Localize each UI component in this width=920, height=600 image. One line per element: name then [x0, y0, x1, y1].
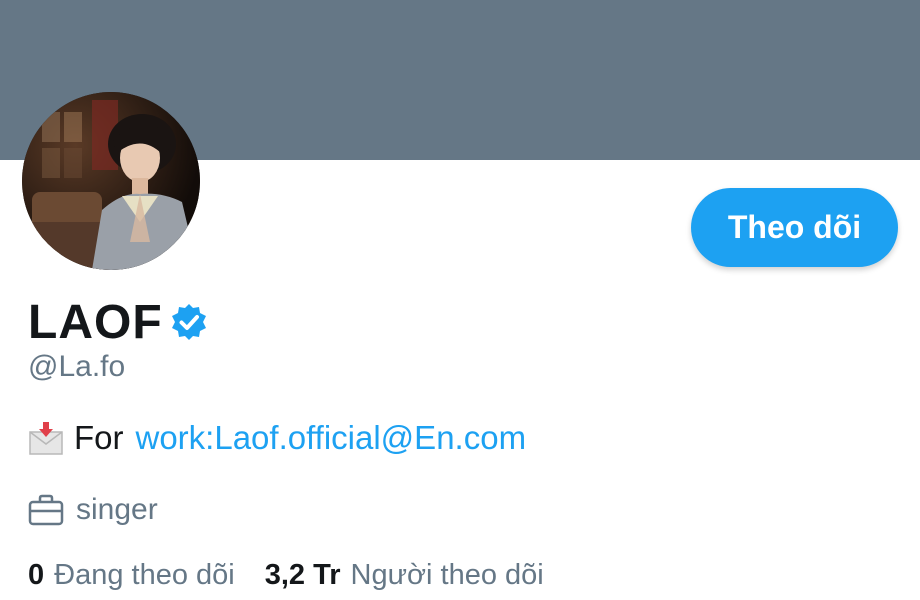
followers-stat[interactable]: 3,2 Tr Người theo dõi — [265, 559, 544, 592]
profile-page: Theo dõi LAOF @La.fo For work:Laof.offic… — [0, 0, 920, 600]
envelope-with-arrow-icon — [28, 420, 64, 456]
following-label: Đang theo dõi — [54, 558, 235, 591]
verified-badge-icon — [169, 302, 209, 342]
follow-button[interactable]: Theo dõi — [691, 188, 898, 267]
job-text: singer — [76, 493, 158, 526]
bio-prefix: For — [74, 419, 124, 456]
name-row: LAOF — [28, 292, 209, 352]
profile-handle: @La.fo — [28, 350, 126, 383]
briefcase-icon — [28, 494, 64, 526]
followers-label: Người theo dõi — [350, 558, 544, 591]
display-name: LAOF — [28, 295, 163, 349]
bio-email-link[interactable]: work:Laof.official@En.com — [136, 419, 527, 457]
following-count: 0 — [28, 558, 45, 591]
followers-count: 3,2 Tr — [264, 558, 341, 591]
profile-stats: 0 Đang theo dõi 3,2 Tr Người theo dõi — [28, 555, 544, 595]
profile-job: singer — [28, 490, 158, 530]
profile-bio: For work:Laof.official@En.com — [28, 416, 526, 460]
avatar[interactable] — [22, 92, 200, 270]
following-stat[interactable]: 0 Đang theo dõi — [28, 559, 235, 592]
